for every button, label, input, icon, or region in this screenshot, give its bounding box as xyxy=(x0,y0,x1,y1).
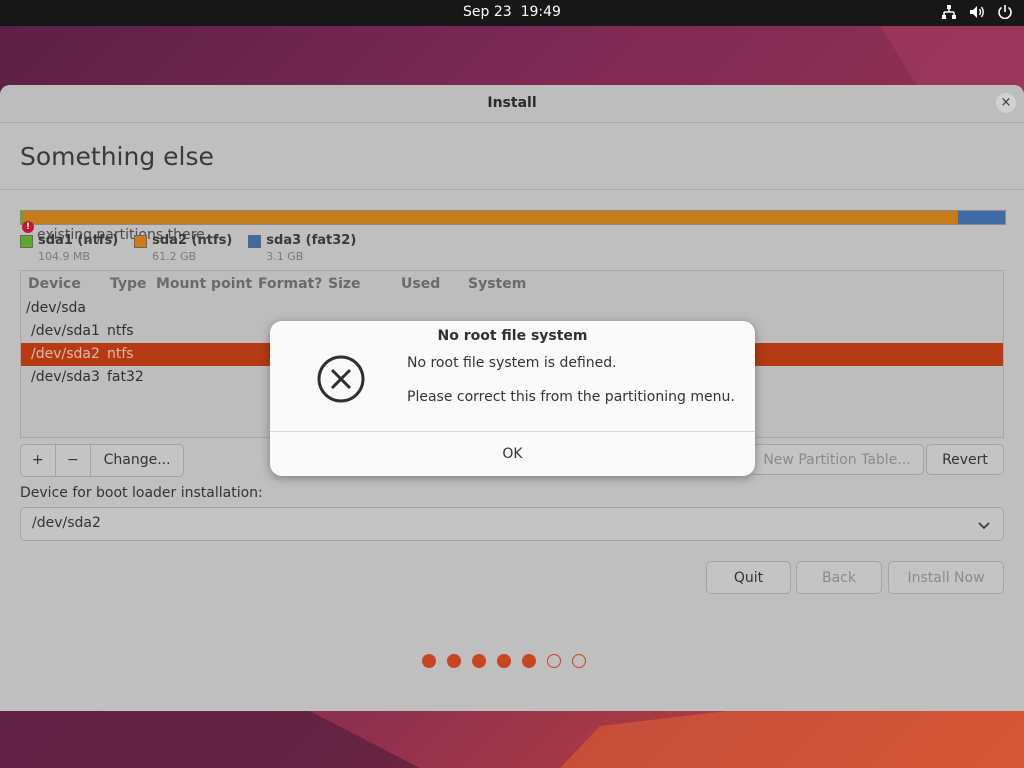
column-header[interactable]: Device xyxy=(28,276,81,292)
legend-item: sda2 (ntfs) 61.2 GB xyxy=(134,233,232,263)
column-header[interactable]: Size xyxy=(328,276,361,292)
partition-bar xyxy=(20,210,1006,225)
add-partition-button[interactable]: + xyxy=(21,445,56,476)
progress-dot-pending xyxy=(547,654,561,668)
table-row[interactable]: /dev/sda xyxy=(21,297,1003,320)
legend-swatch xyxy=(248,235,262,248)
progress-dot-complete xyxy=(447,654,461,668)
row-type: fat32 xyxy=(107,369,144,385)
header-divider xyxy=(0,189,1024,190)
dialog-message: No root file system is defined. xyxy=(407,355,617,371)
volume-icon[interactable] xyxy=(968,3,986,21)
power-icon[interactable] xyxy=(996,3,1014,21)
system-tray[interactable] xyxy=(940,3,1014,21)
window-titlebar[interactable]: Install × xyxy=(0,85,1024,123)
bootloader-select[interactable]: /dev/sda2 xyxy=(20,507,1004,541)
dialog-detail: Please correct this from the partitionin… xyxy=(407,389,735,405)
row-device: /dev/sda1 xyxy=(31,323,100,339)
legend-item: sda1 (ntfs) 104.9 MB xyxy=(20,233,118,263)
column-header[interactable]: Used xyxy=(401,276,440,292)
column-header[interactable]: Format? xyxy=(258,276,322,292)
column-header[interactable]: Type xyxy=(110,276,147,292)
legend-name: sda2 (ntfs) xyxy=(152,233,233,248)
table-header: Device Type Mount point Format? Size Use… xyxy=(21,271,1003,297)
row-device: /dev/sda3 xyxy=(31,369,100,385)
row-device: /dev/sda2 xyxy=(31,346,100,362)
row-type: ntfs xyxy=(107,323,134,339)
partition-segment-sda2 xyxy=(22,211,958,224)
row-type: ntfs xyxy=(107,346,134,362)
clock-time: 19:49 xyxy=(520,4,561,20)
legend-swatch xyxy=(20,235,33,248)
legend-name: sda3 (fat32) xyxy=(266,233,357,248)
column-header[interactable]: System xyxy=(468,276,526,292)
bootloader-label: Device for boot loader installation: xyxy=(20,485,263,501)
ok-button[interactable]: OK xyxy=(270,432,755,476)
warning-icon: ! xyxy=(22,221,34,233)
change-partition-button[interactable]: Change... xyxy=(91,445,183,476)
new-partition-table-button[interactable]: New Partition Table... xyxy=(750,444,924,475)
page-title: Something else xyxy=(20,142,214,171)
error-dialog: No root file system No root file system … xyxy=(270,321,755,476)
row-device: /dev/sda xyxy=(26,300,86,316)
legend-swatch xyxy=(134,235,148,248)
progress-dots xyxy=(422,654,586,668)
progress-dot-complete xyxy=(422,654,436,668)
window-title: Install xyxy=(487,95,537,111)
progress-dot-complete xyxy=(472,654,486,668)
legend-size: 3.1 GB xyxy=(266,250,304,263)
dialog-title: No root file system xyxy=(437,328,588,344)
partition-segment-sda3 xyxy=(957,211,1005,224)
legend-size: 61.2 GB xyxy=(152,250,197,263)
quit-button[interactable]: Quit xyxy=(706,561,791,594)
partition-legend: sda1 (ntfs) 104.9 MB sda2 (ntfs) 61.2 GB… xyxy=(20,233,356,263)
revert-button[interactable]: Revert xyxy=(926,444,1004,475)
remove-partition-button[interactable]: − xyxy=(56,445,92,476)
error-circle-x-icon xyxy=(316,354,366,404)
clock-date: Sep 23 xyxy=(463,4,512,20)
progress-dot-complete xyxy=(522,654,536,668)
chevron-down-icon xyxy=(977,517,991,531)
column-header[interactable]: Mount point xyxy=(156,276,252,292)
top-bar: Sep 23 19:49 xyxy=(0,0,1024,26)
close-icon[interactable]: × xyxy=(996,93,1016,113)
install-now-button[interactable]: Install Now xyxy=(888,561,1004,594)
progress-dot-pending xyxy=(572,654,586,668)
back-button[interactable]: Back xyxy=(796,561,882,594)
clock[interactable]: Sep 23 19:49 xyxy=(0,4,1024,20)
legend-item: sda3 (fat32) 3.1 GB xyxy=(248,233,356,263)
partition-toolbar: + − Change... xyxy=(20,444,184,477)
legend-size: 104.9 MB xyxy=(38,250,91,263)
bootloader-value: /dev/sda2 xyxy=(32,515,101,531)
network-icon[interactable] xyxy=(940,3,958,21)
legend-name: sda1 (ntfs) xyxy=(38,233,119,248)
progress-dot-complete xyxy=(497,654,511,668)
